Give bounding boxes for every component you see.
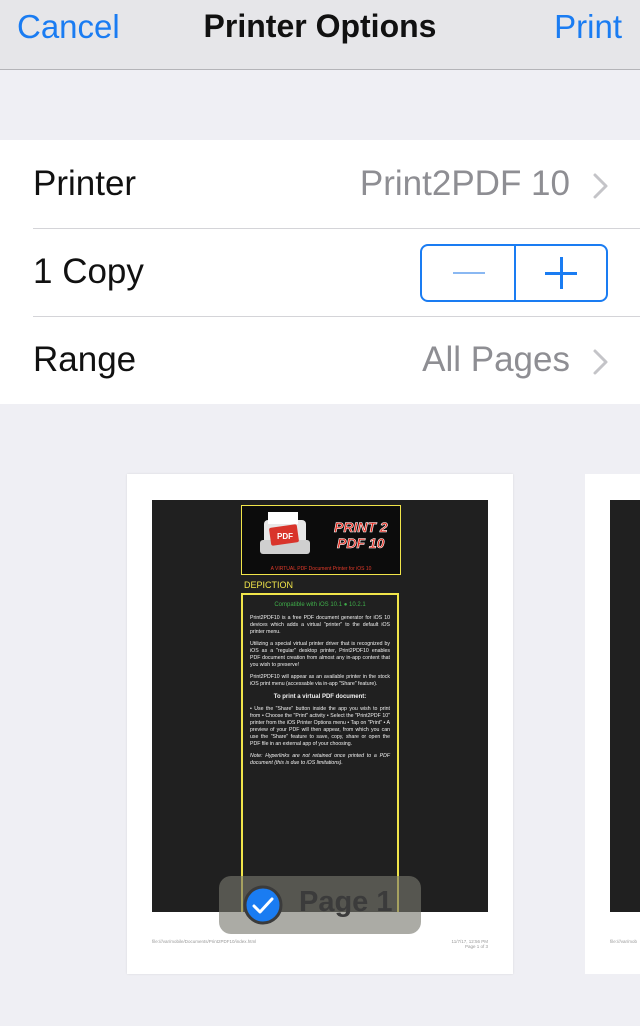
navigation-bar: Printer Options Cancel Print xyxy=(0,0,640,70)
copies-label: 1 Copy xyxy=(33,252,144,291)
logo-icon-text: PDF xyxy=(277,532,293,541)
printer-label: Printer xyxy=(33,164,137,203)
document-banner: PDF PRINT 2 PDF 10 A VIRTUAL PDF Documen… xyxy=(241,505,401,575)
cancel-button[interactable]: Cancel xyxy=(17,8,120,46)
description-box: Compatible with iOS 10.1 ● 10.2.1 Print2… xyxy=(241,593,399,912)
chevron-right-icon xyxy=(593,173,608,199)
instructions-heading: To print a virtual PDF document: xyxy=(273,694,367,701)
instructions-steps: • Use the "Share" button inside the app … xyxy=(250,706,390,748)
checkmark-circle-icon xyxy=(243,885,283,925)
description-paragraph: Utilizing a special virtual printer driv… xyxy=(250,641,390,669)
page-footer-meta: 11/7/17, 12:56 PM Page 1 of 3 xyxy=(452,939,488,949)
page-selection-badge[interactable]: Page 1 xyxy=(219,876,421,934)
printer-row[interactable]: Printer Print2PDF 10 xyxy=(0,140,640,228)
logo-line-1: PRINT 2 xyxy=(334,519,388,535)
document-preview: PDF PRINT 2 PDF 10 A VIRTUAL PDF Documen… xyxy=(152,500,488,912)
range-value: All Pages xyxy=(422,340,570,379)
printer-value: Print2PDF 10 xyxy=(359,164,570,203)
depiction-label: DEPICTION xyxy=(244,580,294,590)
page-footer-path: file:///var/mobile/Documents/Print2PDF10… xyxy=(152,939,257,944)
chevron-right-icon xyxy=(593,349,608,375)
note-text: Note: Hyperlinks are not retained once p… xyxy=(250,753,390,767)
copies-stepper[interactable] xyxy=(420,244,608,302)
printer-logo-icon: PDF PRINT 2 PDF 10 xyxy=(260,512,388,554)
banner-tagline: A VIRTUAL PDF Document Printer for iOS 1… xyxy=(270,566,372,572)
compatibility-text: Compatible with iOS 10.1 ● 10.2.1 xyxy=(274,602,366,608)
increment-button[interactable] xyxy=(516,246,606,300)
page-label: Page 1 xyxy=(299,886,393,918)
range-row[interactable]: Range All Pages xyxy=(0,316,640,404)
range-label: Range xyxy=(33,340,137,379)
printer-options-group: Printer Print2PDF 10 1 Copy Range All Pa… xyxy=(0,140,640,404)
logo-line-2: PDF 10 xyxy=(337,535,385,551)
description-paragraph: Print2PDF10 is a free PDF document gener… xyxy=(250,615,390,636)
document-preview xyxy=(610,500,640,912)
footer-page-number: Page 1 of 3 xyxy=(464,944,488,949)
page-preview-2[interactable]: file:///var/mob xyxy=(585,474,640,974)
page-footer-path: file:///var/mob xyxy=(610,939,638,944)
print-button[interactable]: Print xyxy=(554,8,622,46)
description-paragraph: Print2PDF10 will appear as an available … xyxy=(250,674,390,688)
decrement-button[interactable] xyxy=(422,246,514,300)
minus-icon xyxy=(453,272,485,274)
